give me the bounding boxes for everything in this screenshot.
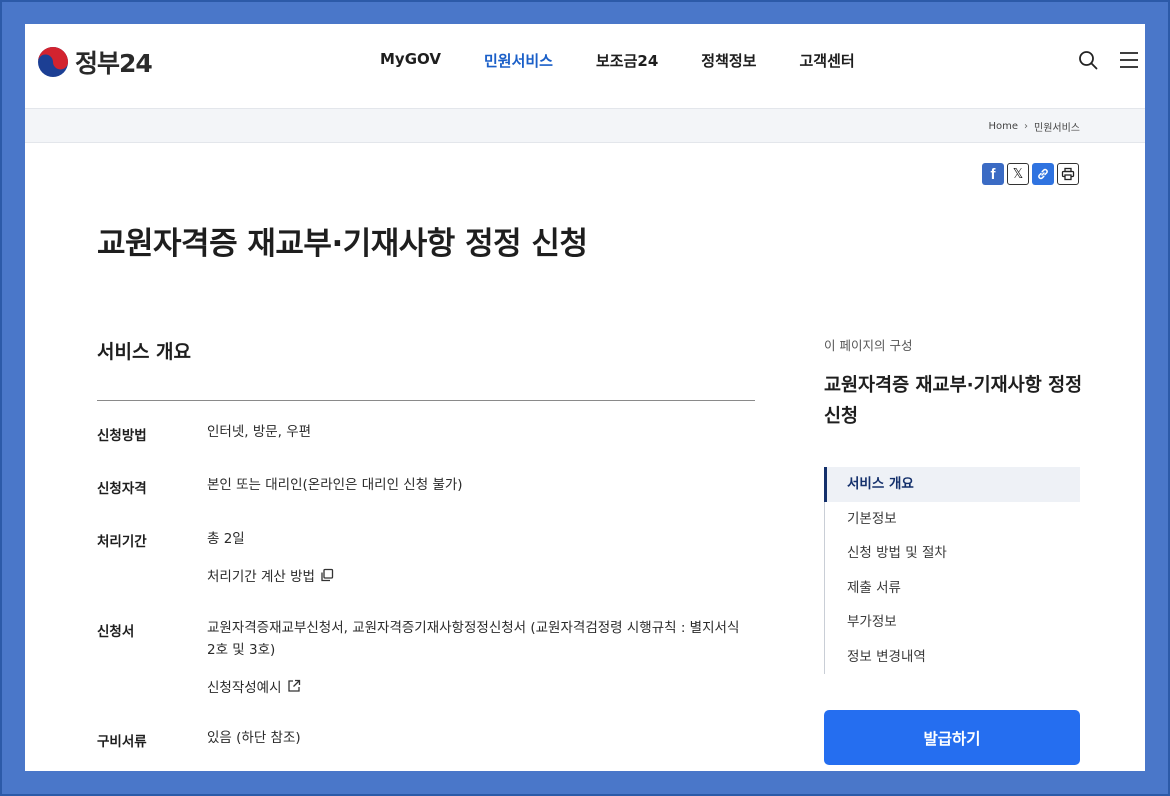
facebook-share-button[interactable]: f bbox=[982, 163, 1004, 185]
nav-subsidy24[interactable]: 보조금24 bbox=[596, 50, 658, 71]
breadcrumb-home[interactable]: Home bbox=[988, 121, 1018, 132]
label-eligibility: 신청자격 bbox=[97, 481, 147, 497]
value-processing-period: 총 2일 bbox=[207, 531, 245, 547]
taegeuk-logo-icon bbox=[38, 47, 68, 77]
breadcrumb: Home › 민원서비스 bbox=[988, 119, 1080, 134]
nav-civil-service[interactable]: 민원서비스 bbox=[484, 50, 553, 71]
copy-icon bbox=[321, 568, 334, 582]
breadcrumb-current[interactable]: 민원서비스 bbox=[1034, 119, 1080, 134]
print-icon bbox=[1061, 167, 1075, 181]
facebook-icon: f bbox=[990, 165, 996, 183]
issue-button[interactable]: 발급하기 bbox=[824, 710, 1080, 765]
section-title-overview: 서비스 개요 bbox=[97, 341, 192, 363]
menu-icon[interactable] bbox=[1119, 50, 1139, 70]
copy-link-button[interactable] bbox=[1032, 163, 1054, 185]
logo[interactable]: 정부24 bbox=[37, 44, 153, 80]
label-required-docs: 구비서류 bbox=[97, 734, 147, 750]
x-share-button[interactable]: 𝕏 bbox=[1007, 163, 1029, 185]
processing-period-calc-link[interactable]: 처리기간 계산 방법 bbox=[207, 565, 334, 585]
value-application-form-line2: 2호 및 3호) bbox=[207, 642, 276, 658]
nav-mygov[interactable]: MyGOV bbox=[380, 50, 441, 71]
chevron-right-icon: › bbox=[1024, 121, 1028, 132]
logo-text: 정부24 bbox=[75, 49, 153, 78]
x-icon: 𝕏 bbox=[1012, 166, 1024, 182]
value-apply-method: 인터넷, 방문, 우편 bbox=[207, 424, 312, 440]
page: 정부24 MyGOV 민원서비스 보조금24 정책정보 고객센터 Home › … bbox=[25, 24, 1145, 771]
page-title: 교원자격증 재교부·기재사항 정정 신청 bbox=[97, 226, 588, 262]
application-example-label: 신청작성예시 bbox=[207, 680, 282, 696]
toc-list: 서비스 개요 기본정보 신청 방법 및 절차 제출 서류 부가정보 정보 변경내… bbox=[824, 467, 1080, 674]
processing-period-calc-label: 처리기간 계산 방법 bbox=[207, 569, 315, 585]
label-processing-period: 처리기간 bbox=[97, 534, 147, 550]
value-application-form-line1: 교원자격증재교부신청서, 교원자격증기재사항정정신청서 (교원자격검정령 시행규… bbox=[207, 620, 740, 636]
value-required-docs: 있음 (하단 참조) bbox=[207, 730, 301, 746]
toc-title: 교원자격증 재교부·기재사항 정정 신청 bbox=[824, 375, 1083, 427]
nav-policy-info[interactable]: 정책정보 bbox=[701, 50, 756, 71]
share-toolbar: f 𝕏 bbox=[982, 163, 1079, 185]
toc-item-change-history[interactable]: 정보 변경내역 bbox=[825, 640, 1080, 675]
search-icon[interactable] bbox=[1078, 50, 1098, 70]
nav-customer-center[interactable]: 고객센터 bbox=[799, 50, 854, 71]
link-icon bbox=[1038, 168, 1048, 180]
toc-item-method-procedure[interactable]: 신청 방법 및 절차 bbox=[825, 536, 1080, 571]
external-link-icon bbox=[287, 679, 300, 692]
main-nav: MyGOV 민원서비스 보조금24 정책정보 고객센터 bbox=[380, 50, 898, 71]
breadcrumb-bar: Home › 민원서비스 bbox=[25, 108, 1145, 143]
label-apply-method: 신청방법 bbox=[97, 428, 147, 444]
site-header: 정부24 MyGOV 민원서비스 보조금24 정책정보 고객센터 bbox=[25, 24, 1145, 108]
label-application-form: 신청서 bbox=[97, 624, 135, 640]
print-button[interactable] bbox=[1057, 163, 1079, 185]
section-divider bbox=[97, 400, 755, 401]
application-example-link[interactable]: 신청작성예시 bbox=[207, 676, 301, 696]
toc-caption: 이 페이지의 구성 bbox=[824, 338, 913, 353]
toc-item-documents[interactable]: 제출 서류 bbox=[825, 571, 1080, 606]
toc-item-basic-info[interactable]: 기본정보 bbox=[825, 502, 1080, 537]
toc-item-additional-info[interactable]: 부가정보 bbox=[825, 605, 1080, 640]
value-eligibility: 본인 또는 대리인(온라인은 대리인 신청 불가) bbox=[207, 477, 463, 493]
toc-item-overview[interactable]: 서비스 개요 bbox=[824, 467, 1080, 502]
